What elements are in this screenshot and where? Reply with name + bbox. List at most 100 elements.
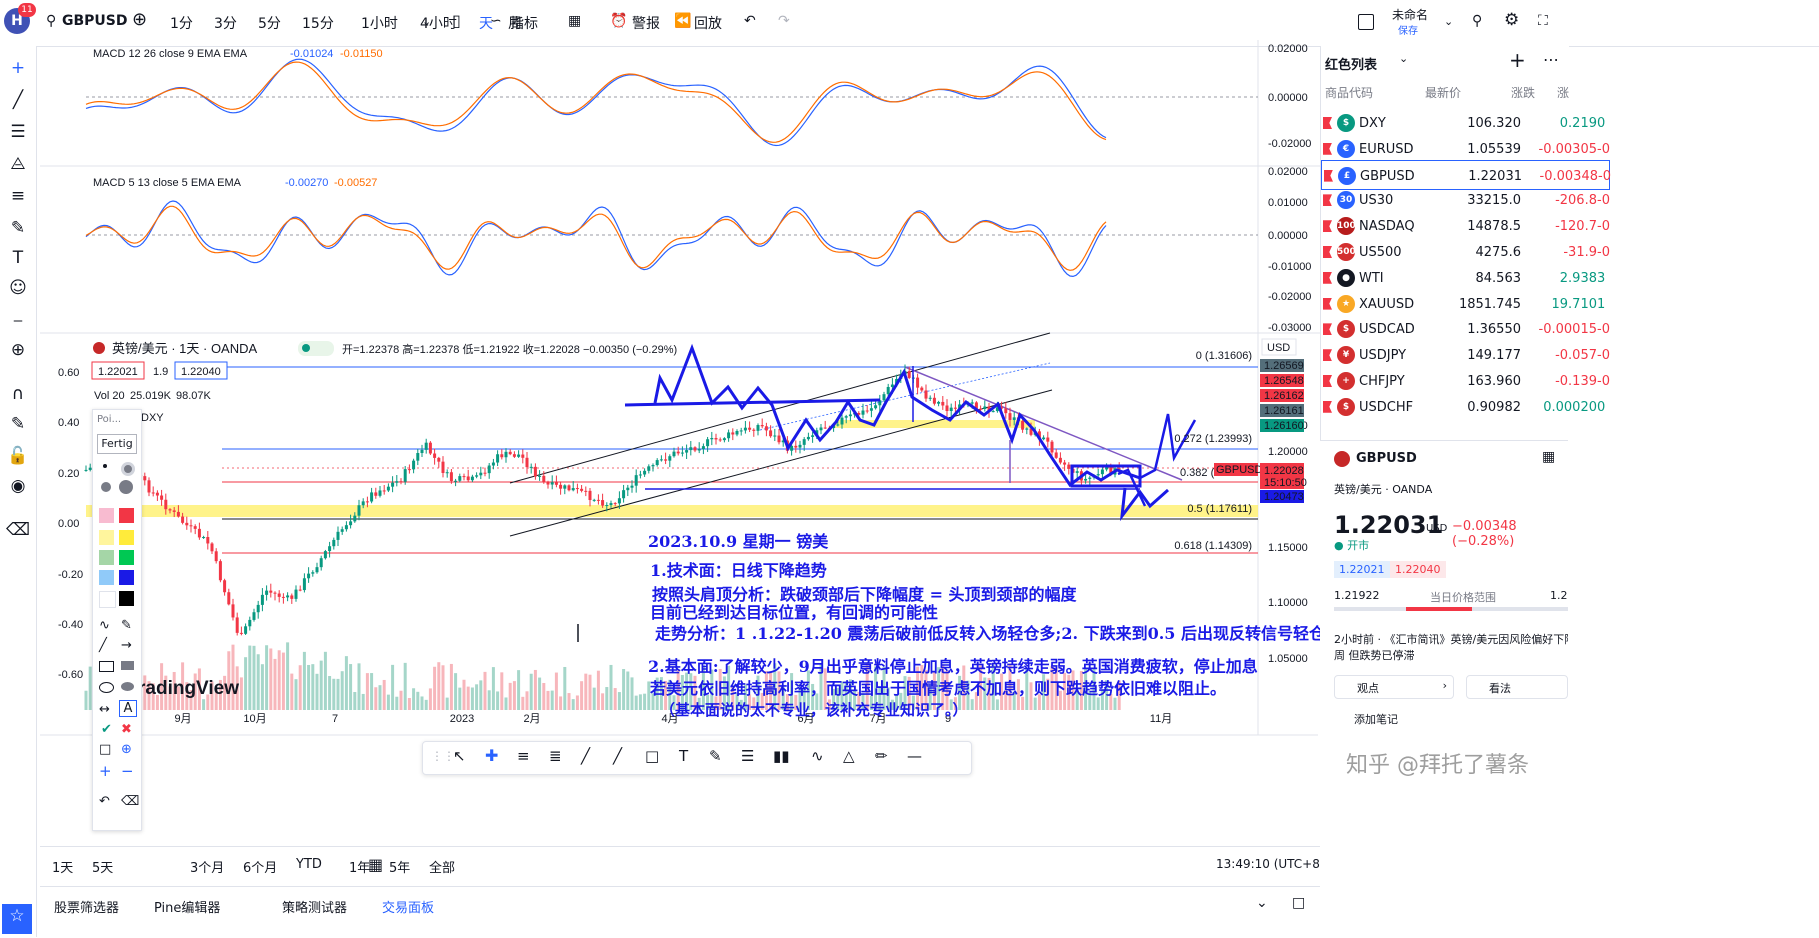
line-tool-icon[interactable]: ╱ (99, 638, 107, 653)
chevron-down-icon[interactable]: ⌄ (1444, 15, 1453, 28)
trash-icon[interactable]: ⌫ (121, 794, 139, 809)
add-symbol-icon[interactable]: ⊕ (132, 9, 147, 30)
tab-3[interactable]: 交易面板 (382, 897, 434, 916)
watchlist-title[interactable]: 红色列表 (1325, 54, 1377, 73)
close-icon[interactable]: ✖ (121, 722, 132, 737)
quick-search-icon[interactable]: ⚲ (1472, 13, 1482, 29)
layouts-icon[interactable]: ▦ (568, 13, 581, 29)
crosshair-icon[interactable]: ✚ (485, 746, 498, 765)
pen-tool-icon[interactable]: ✎ (121, 618, 132, 633)
flag-icon[interactable] (1323, 323, 1332, 336)
range-3[interactable]: 6个月 (243, 857, 277, 876)
fertig-button[interactable]: Fertig (97, 434, 137, 454)
undo-icon[interactable]: ↶ (99, 794, 110, 809)
flag-icon[interactable] (1323, 246, 1332, 258)
add-note-button[interactable]: 添加笔记 (1354, 711, 1398, 727)
wave-tool-icon[interactable]: ∿ (99, 618, 110, 633)
emoji-icon[interactable]: ☺ (6, 276, 30, 300)
drag-handle-icon[interactable]: ⋮⋮ (431, 749, 455, 763)
watchlist-row[interactable]: $ USDCHF 0.90982 0.00020 0 (1321, 392, 1610, 422)
flag-icon[interactable] (1323, 271, 1332, 284)
minus-icon[interactable]: − (121, 762, 134, 780)
search-icon[interactable]: ⚲ (46, 13, 56, 29)
magnet-icon[interactable]: ∩ (6, 382, 30, 406)
range-7[interactable]: 全部 (429, 857, 455, 876)
eye-icon[interactable]: ◉ (6, 474, 30, 498)
large-brush-dot[interactable] (119, 480, 133, 494)
range-1[interactable]: 5天 (92, 857, 113, 876)
alert-icon[interactable]: ⏰ (610, 13, 627, 29)
color-swatch-pink[interactable] (99, 508, 114, 523)
brush-icon[interactable]: ✎ (6, 216, 30, 240)
rectangle-icon[interactable]: □ (645, 747, 659, 765)
tab-1[interactable]: Pine编辑器 (154, 897, 220, 916)
chevron-down-icon[interactable]: ⌄ (422, 15, 431, 28)
arrow-tool-icon[interactable]: → (121, 638, 132, 653)
select-area-icon[interactable]: □ (99, 742, 111, 757)
rect-tool-icon[interactable] (99, 661, 114, 672)
tab-2[interactable]: 策略测试器 (282, 897, 347, 916)
crosshair-icon[interactable]: + (6, 56, 30, 80)
news-item-2[interactable]: 周 但跌势已停滞 (1334, 647, 1415, 663)
small-brush-dot[interactable] (121, 462, 135, 476)
thin-brush-dot[interactable] (103, 464, 107, 468)
add-symbol-icon[interactable]: + (1509, 48, 1526, 72)
ellipse-tool-icon[interactable] (99, 682, 114, 693)
ray-icon[interactable]: ╱ (613, 747, 622, 765)
filled-ellipse-tool-icon[interactable] (121, 682, 134, 691)
ideas-button[interactable]: 观点 › (1334, 675, 1454, 699)
clock[interactable]: 13:49:10 (UTC+8) (1216, 857, 1325, 871)
forecast-icon[interactable]: ∿ (811, 747, 824, 765)
gear-icon[interactable]: ⚙ (1504, 10, 1519, 30)
range-4[interactable]: YTD (296, 857, 322, 872)
color-swatch-blue[interactable] (119, 570, 134, 585)
abcd-pattern-icon[interactable]: △ (843, 747, 855, 765)
watchlist-column-header[interactable]: 涨 (1557, 84, 1569, 101)
watchlist-column-header[interactable]: 最新价 (1425, 84, 1461, 101)
trendline-icon[interactable]: ╱ (6, 88, 30, 112)
medium-brush-dot[interactable] (101, 482, 111, 492)
interval-1[interactable]: 3分 (214, 13, 237, 33)
detail-symbol[interactable]: GBPUSD (1356, 451, 1417, 466)
brush-icon[interactable]: ✎ (709, 747, 722, 765)
alert-button[interactable]: 警报 (632, 13, 660, 33)
color-swatch-white[interactable] (99, 591, 116, 608)
detail-ask[interactable]: 1.22040 (1390, 561, 1446, 578)
zoom-in-icon[interactable]: ⊕ (6, 338, 30, 362)
replay-icon[interactable]: ⏪ (674, 13, 691, 29)
zoom-area-icon[interactable]: ⊕ (121, 742, 132, 757)
tab-0[interactable]: 股票筛选器 (54, 897, 119, 916)
star-icon[interactable]: ☆ (2, 904, 32, 934)
watchlist-column-header[interactable]: 涨跌 (1511, 84, 1535, 101)
color-swatch-green[interactable] (119, 550, 134, 565)
color-swatch-yellow[interactable] (119, 530, 134, 545)
cursor-icon[interactable]: ↖ (453, 747, 466, 765)
color-swatch-lightblue[interactable] (99, 570, 114, 585)
watchlist-column-header[interactable]: 商品代码 (1325, 84, 1373, 101)
flag-icon[interactable] (1323, 117, 1332, 129)
maximize-icon[interactable]: □ (1292, 895, 1305, 911)
color-swatch-black[interactable] (119, 591, 134, 606)
hline-icon[interactable]: — (907, 747, 922, 765)
undo-icon[interactable]: ↶ (744, 13, 756, 29)
color-swatch-red[interactable] (119, 508, 134, 523)
interval-2[interactable]: 5分 (258, 13, 281, 33)
flag-icon[interactable] (1323, 349, 1332, 362)
fib-icon[interactable]: ≡ (6, 184, 30, 208)
flag-icon[interactable] (1323, 400, 1332, 413)
range-6[interactable]: 5年 (389, 857, 410, 876)
highlighter-icon[interactable]: ✏ (875, 747, 888, 765)
detail-bid[interactable]: 1.22021 (1334, 561, 1390, 578)
text-icon[interactable]: T (679, 747, 688, 765)
view-button[interactable]: 看法 (1466, 675, 1568, 699)
fib-icon[interactable]: ≣ (549, 747, 562, 765)
plus-icon[interactable]: + (99, 762, 112, 780)
lock-icon[interactable]: 🔓 (6, 444, 30, 468)
news-item[interactable]: 2小时前 · 《汇市简讯》英镑/美元因风险偏好下降、但跌势已停滞 (1334, 631, 1568, 647)
indicators-button[interactable]: 指标 (510, 13, 538, 33)
more-icon[interactable]: ⋯ (1543, 50, 1559, 69)
chevron-down-icon[interactable]: ⌄ (1399, 52, 1408, 65)
color-swatch-lightyellow[interactable] (99, 530, 114, 545)
interval-3[interactable]: 15分 (302, 13, 334, 33)
color-swatch-lightgreen[interactable] (99, 550, 114, 565)
